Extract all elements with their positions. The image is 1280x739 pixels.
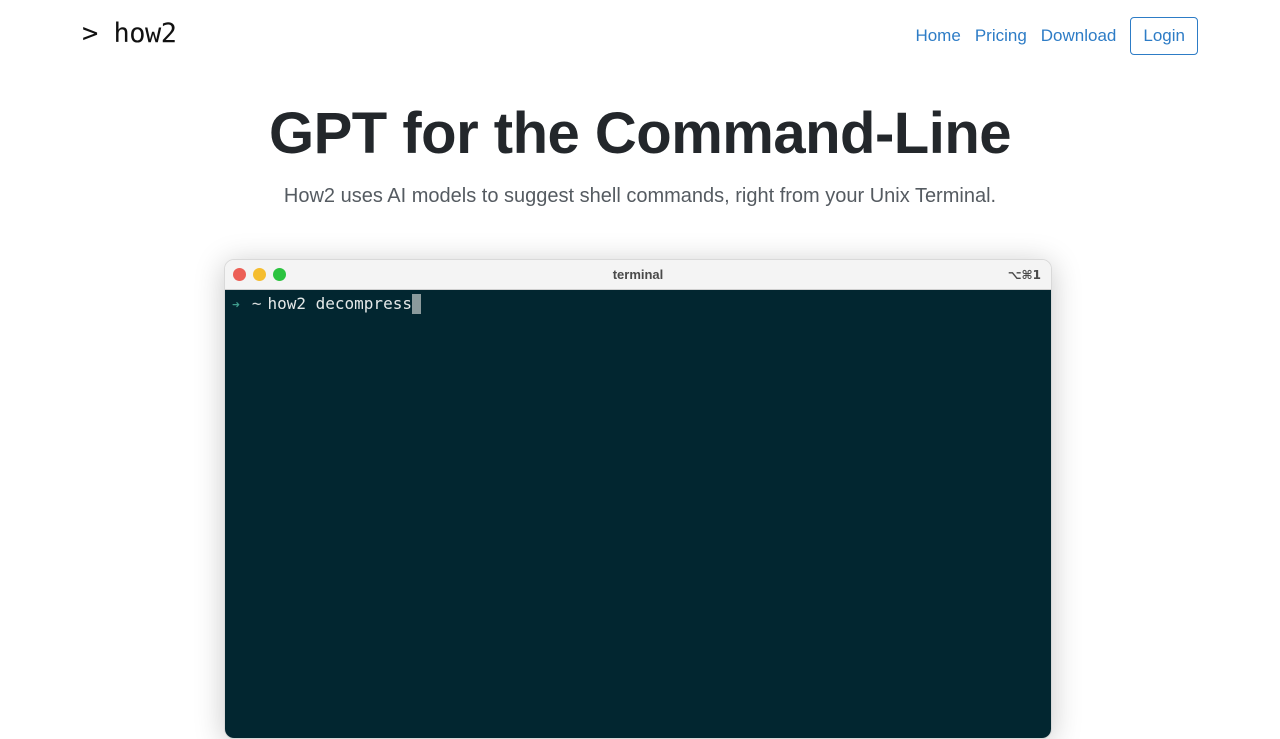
- hero-title: GPT for the Command-Line: [269, 101, 1012, 166]
- nav-links: Home Pricing Download Login: [915, 17, 1198, 55]
- brand-logo[interactable]: > how2: [82, 18, 177, 49]
- terminal-window: terminal ⌥⌘1 ➜ ~ how2 decompress: [224, 259, 1052, 739]
- terminal-body[interactable]: ➜ ~ how2 decompress: [225, 290, 1051, 738]
- terminal-command: how2 decompress: [267, 294, 412, 313]
- login-button[interactable]: Login: [1130, 17, 1198, 55]
- hero-subtitle: How2 uses AI models to suggest shell com…: [283, 185, 997, 207]
- nav-link-pricing[interactable]: Pricing: [975, 17, 1027, 55]
- terminal-shortcut: ⌥⌘1: [1007, 268, 1041, 282]
- terminal-titlebar: terminal ⌥⌘1: [225, 260, 1051, 290]
- nav-link-home[interactable]: Home: [915, 17, 960, 55]
- text-cursor: [411, 294, 421, 314]
- prompt-directory: ~: [251, 294, 262, 313]
- navbar: > how2 Home Pricing Download Login: [0, 0, 1280, 72]
- nav-link-download[interactable]: Download: [1041, 17, 1117, 55]
- terminal-title: terminal: [612, 267, 664, 282]
- prompt-arrow-icon: ➜: [232, 298, 240, 313]
